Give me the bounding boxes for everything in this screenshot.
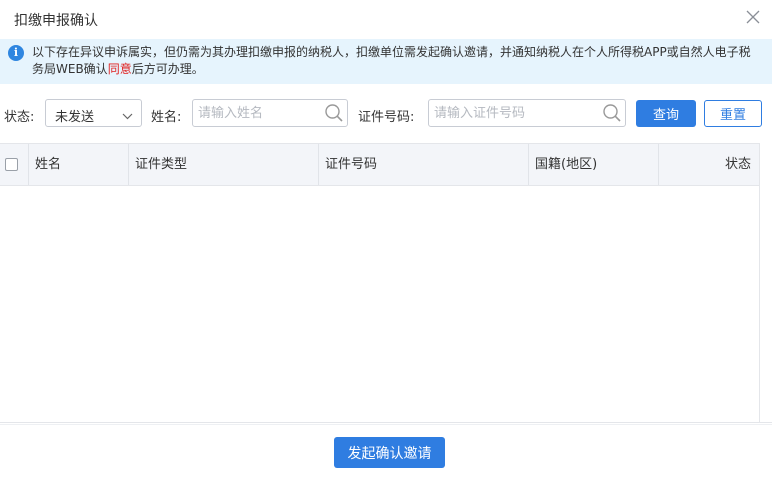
results-table: 姓名 证件类型 证件号码 国籍(地区) 状态 [0,143,760,422]
info-icon: i [8,45,24,61]
dialog-title: 扣缴申报确认 [14,13,98,29]
close-icon[interactable] [744,8,762,26]
select-all-checkbox[interactable] [5,158,18,171]
column-header-id-number[interactable]: 证件号码 [319,144,529,185]
query-button[interactable]: 查询 [636,100,696,127]
notice-text: 以下存在异议申诉属实，但仍需为其办理扣缴申报的纳税人，扣缴单位需发起确认邀请，并… [32,44,758,78]
name-input[interactable] [192,99,348,127]
status-select-value: 未发送 [55,110,95,125]
footer-divider-shadow [0,424,772,425]
footer-divider [0,422,772,423]
notice-banner: i 以下存在异议申诉属实，但仍需为其办理扣缴申报的纳税人，扣缴单位需发起确认邀请… [0,39,772,84]
column-header-status[interactable]: 状态 [659,144,759,185]
table-body [0,186,759,422]
status-label: 状态: [4,110,35,125]
notice-text-tail: 后方可办理。 [131,62,204,76]
table-header: 姓名 证件类型 证件号码 国籍(地区) 状态 [0,143,759,186]
name-label: 姓名: [151,110,182,125]
id-number-label: 证件号码: [358,110,415,125]
status-select[interactable]: 未发送 [45,99,142,127]
chevron-down-icon [122,109,133,124]
notice-highlight: 同意 [107,62,132,76]
select-all-cell [0,144,29,185]
column-header-nationality[interactable]: 国籍(地区) [529,144,659,185]
filter-bar: 状态: 未发送 姓名: 证件号码: 查询 重置 [0,99,772,129]
send-invitation-button[interactable]: 发起确认邀请 [334,437,445,468]
id-number-input[interactable] [428,99,626,127]
column-header-id-type[interactable]: 证件类型 [129,144,319,185]
column-header-name[interactable]: 姓名 [29,144,129,185]
reset-button[interactable]: 重置 [704,100,762,127]
